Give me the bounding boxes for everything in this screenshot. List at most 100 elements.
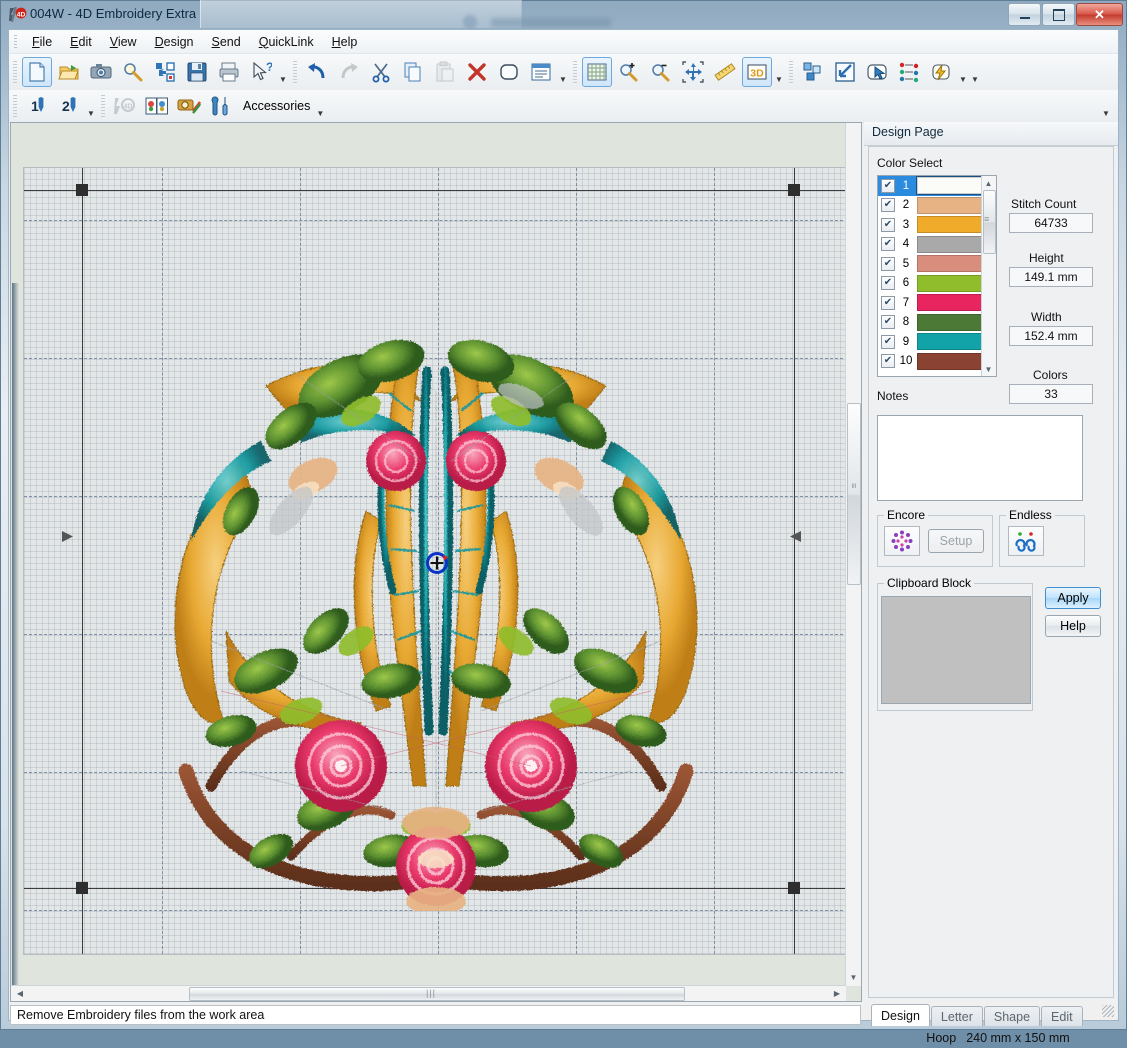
hoop-button[interactable] <box>494 57 524 87</box>
selection-handle-right-mid[interactable] <box>790 531 801 542</box>
help-button[interactable]: Help <box>1045 615 1101 637</box>
tab-letter[interactable]: Letter <box>931 1006 983 1026</box>
color-visible-checkbox-1[interactable]: ✔ <box>881 179 895 193</box>
selection-handle-bottom-right[interactable] <box>788 882 800 894</box>
canvas-vertical-scrollbar[interactable]: ≡ ▼ <box>845 123 861 986</box>
color-list-scrollbar[interactable]: ▲ ≡ ▼ <box>981 176 996 376</box>
tab-edit[interactable]: Edit <box>1041 1006 1083 1026</box>
scroll-down-arrow-icon[interactable]: ▼ <box>982 363 995 375</box>
scroll-left-arrow-icon[interactable]: ◀ <box>13 986 27 1001</box>
encore-button[interactable] <box>884 526 920 556</box>
color-select-list[interactable]: ✔ 1 ✔ 2 ✔ 3 ✔ <box>877 175 997 377</box>
color-swatch-10[interactable] <box>917 353 986 370</box>
grid-button[interactable] <box>582 57 612 87</box>
tools-button[interactable] <box>206 91 236 121</box>
color-row-6[interactable]: ✔ 6 <box>878 274 996 294</box>
color-row-9[interactable]: ✔ 9 <box>878 332 996 352</box>
flip-button[interactable] <box>830 57 860 87</box>
measure-button[interactable] <box>710 57 740 87</box>
menu-edit[interactable]: Edit <box>61 32 101 52</box>
needle-1-button[interactable]: 1 <box>22 91 52 121</box>
close-button[interactable]: ✕ <box>1076 3 1123 26</box>
canvas-horizontal-scrollbar[interactable]: ◀ ||| ▶ <box>11 985 846 1001</box>
color-visible-checkbox-3[interactable]: ✔ <box>881 218 895 232</box>
zoom-in-button[interactable] <box>614 57 644 87</box>
scroll-right-arrow-icon[interactable]: ▶ <box>830 986 844 1001</box>
toolbar-grip-2[interactable] <box>293 61 297 83</box>
endless-button[interactable] <box>1008 526 1044 556</box>
apply-button[interactable]: Apply <box>1045 587 1101 609</box>
color-row-2[interactable]: ✔ 2 <box>878 196 996 216</box>
color-row-10[interactable]: ✔ 10 <box>878 352 996 372</box>
selection-handle-top-right[interactable] <box>788 184 800 196</box>
optimize-dropdown[interactable]: ▼ <box>957 58 969 86</box>
paste-button[interactable] <box>430 57 460 87</box>
scroll-up-arrow-icon[interactable]: ▲ <box>982 177 995 189</box>
tab-shape[interactable]: Shape <box>984 1006 1040 1026</box>
color-row-8[interactable]: ✔ 8 <box>878 313 996 333</box>
color-swatch-7[interactable] <box>917 294 986 311</box>
zoom-out-button[interactable] <box>646 57 676 87</box>
accessories-label[interactable]: Accessories <box>237 99 314 113</box>
cut-button[interactable] <box>366 57 396 87</box>
color-swatch-8[interactable] <box>917 314 986 331</box>
select-all-button[interactable] <box>862 57 892 87</box>
undo-button[interactable] <box>302 57 332 87</box>
color-visible-checkbox-9[interactable]: ✔ <box>881 335 895 349</box>
color-swatch-1[interactable] <box>917 177 986 194</box>
color-row-3[interactable]: ✔ 3 <box>878 215 996 235</box>
selection-handle-top-left[interactable] <box>76 184 88 196</box>
optimize-button[interactable] <box>926 57 956 87</box>
print-button[interactable] <box>214 57 244 87</box>
toolbar2-overflow-1[interactable]: ▼ <box>85 92 97 120</box>
canvas-vscroll-thumb[interactable] <box>847 403 861 585</box>
design-player-button[interactable] <box>118 57 148 87</box>
context-help-button[interactable]: ? <box>246 57 276 87</box>
toolbar-overflow-1[interactable]: ▼ <box>277 58 289 86</box>
color-swatch-4[interactable] <box>917 236 986 253</box>
toolbar-overflow-3[interactable]: ▼ <box>773 58 785 86</box>
window-resize-grip[interactable] <box>1102 1005 1114 1017</box>
color-row-4[interactable]: ✔ 4 <box>878 235 996 255</box>
clipboard-block-preview[interactable] <box>881 596 1031 704</box>
menu-view[interactable]: View <box>101 32 146 52</box>
accessories-dropdown[interactable]: ▼ <box>314 92 326 120</box>
toolbar2-grip-2[interactable] <box>101 95 105 117</box>
notes-textarea[interactable] <box>877 415 1083 501</box>
tab-design[interactable]: Design <box>871 1004 930 1026</box>
redo-button[interactable] <box>334 57 364 87</box>
3d-view-button[interactable]: 3D <box>742 57 772 87</box>
design-canvas[interactable] <box>23 167 849 955</box>
menubar-grip[interactable] <box>14 35 17 49</box>
menu-send[interactable]: Send <box>203 32 250 52</box>
color-row-5[interactable]: ✔ 5 <box>878 254 996 274</box>
color-visible-checkbox-10[interactable]: ✔ <box>881 354 895 368</box>
selection-handle-left-mid[interactable] <box>62 531 73 542</box>
color-visible-checkbox-8[interactable]: ✔ <box>881 315 895 329</box>
color-swatch-6[interactable] <box>917 275 986 292</box>
toolbar-grip-3[interactable] <box>573 61 577 83</box>
copy-button[interactable] <box>398 57 428 87</box>
needle-2-button[interactable]: 2 <box>54 91 84 121</box>
menu-file[interactable]: File <box>23 32 61 52</box>
save-button[interactable] <box>182 57 212 87</box>
capture-button[interactable] <box>86 57 116 87</box>
pan-button[interactable] <box>678 57 708 87</box>
new-button[interactable] <box>22 57 52 87</box>
design-book-button[interactable] <box>142 91 172 121</box>
selection-handle-bottom-left[interactable] <box>76 882 88 894</box>
color-swatch-5[interactable] <box>917 255 986 272</box>
maximize-button[interactable] <box>1042 3 1075 26</box>
toolbar2-grip-1[interactable] <box>13 95 17 117</box>
properties-button[interactable] <box>526 57 556 87</box>
photo-stitch-button[interactable] <box>174 91 204 121</box>
menu-quicklink[interactable]: QuickLink <box>250 32 323 52</box>
color-change-button[interactable] <box>894 57 924 87</box>
toolbar-overflow-2[interactable]: ▼ <box>557 58 569 86</box>
toolbar-grip-1[interactable] <box>13 61 17 83</box>
rotate-center-handle-icon[interactable] <box>424 550 450 576</box>
color-swatch-2[interactable] <box>917 197 986 214</box>
color-visible-checkbox-6[interactable]: ✔ <box>881 276 895 290</box>
menu-help[interactable]: Help <box>323 32 367 52</box>
insert-button[interactable] <box>150 57 180 87</box>
